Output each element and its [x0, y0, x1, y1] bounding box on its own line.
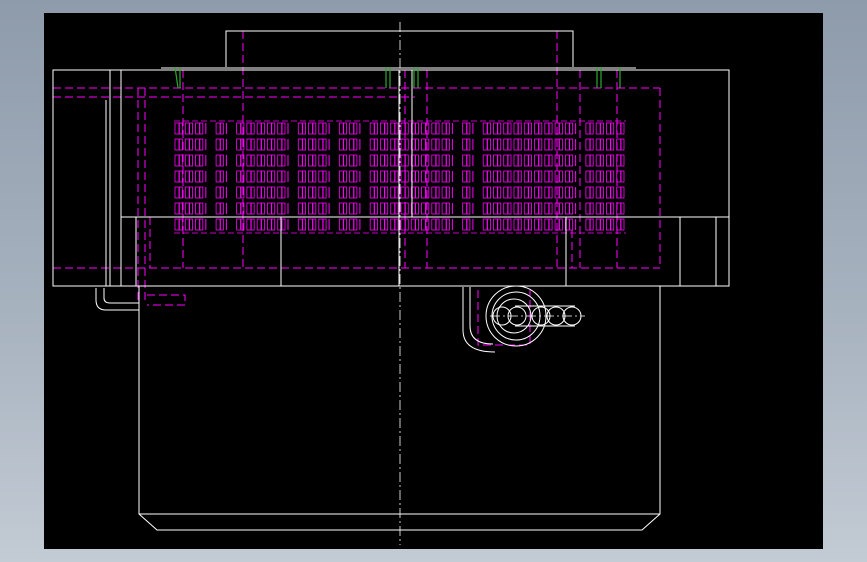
right-bracket-inner [469, 287, 494, 345]
left-hook-inner [103, 288, 139, 304]
cad-drawing[interactable] [0, 0, 867, 562]
right-bracket-outline [462, 287, 496, 353]
top-cap-outline [225, 30, 574, 67]
outline-lines [52, 30, 730, 531]
left-hook-outline [95, 288, 139, 311]
center-lines [399, 22, 585, 545]
hidden-lower-bracket [147, 294, 186, 306]
lower-body-outline [138, 286, 661, 531]
